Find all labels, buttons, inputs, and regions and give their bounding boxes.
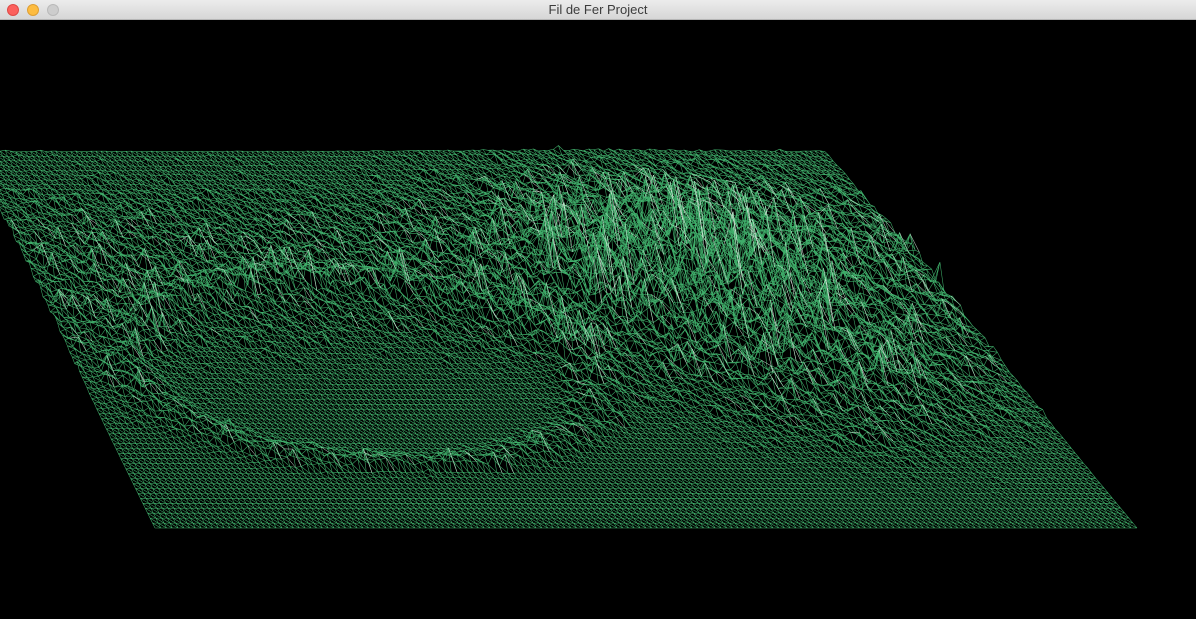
render-canvas[interactable] bbox=[0, 20, 1196, 619]
window-titlebar: Fil de Fer Project bbox=[0, 0, 1196, 20]
mesh-lines bbox=[0, 145, 1138, 529]
wireframe-mesh bbox=[0, 145, 1138, 529]
window-title: Fil de Fer Project bbox=[548, 2, 648, 17]
